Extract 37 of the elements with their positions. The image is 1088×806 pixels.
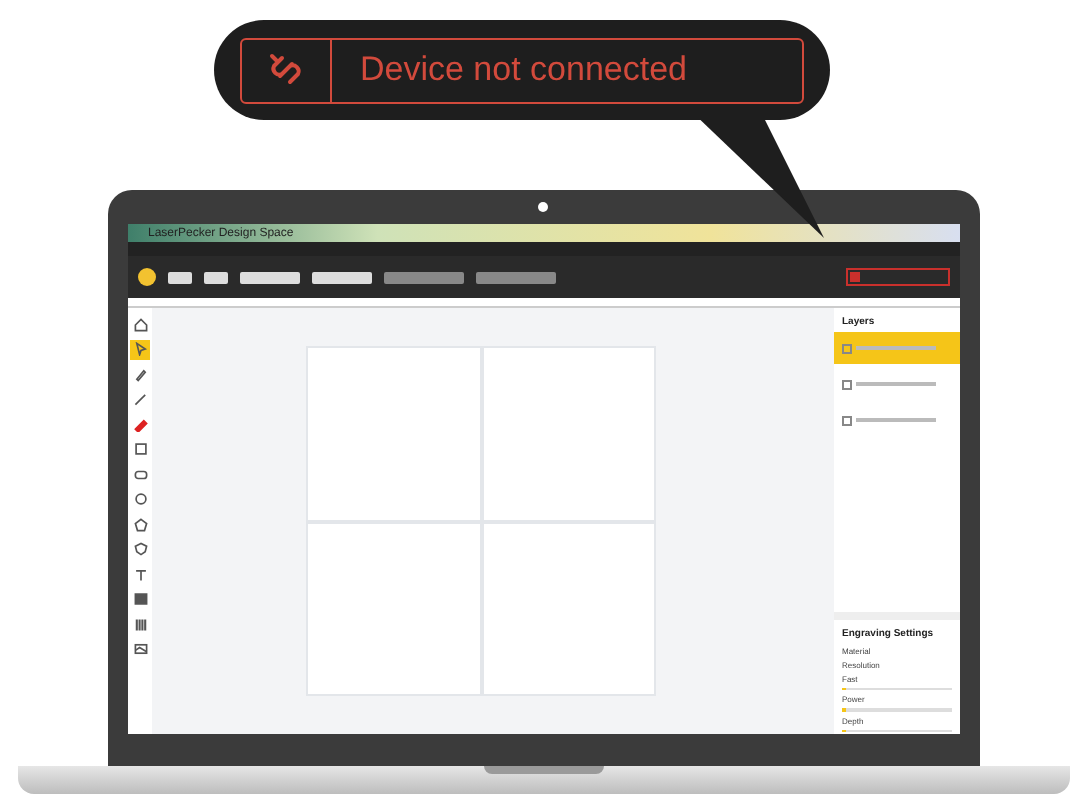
tool-button[interactable] [130, 614, 150, 634]
tool-button[interactable] [130, 364, 150, 384]
tool-button[interactable] [130, 439, 150, 459]
home-icon [133, 317, 147, 331]
tool-button[interactable] [130, 489, 150, 509]
pen-icon [133, 367, 147, 381]
camera-icon [538, 202, 548, 212]
frame-icon [133, 642, 147, 656]
connection-status[interactable] [846, 268, 950, 286]
pencil-icon [133, 392, 147, 406]
barcode-icon [133, 617, 147, 631]
eraser-icon [133, 417, 147, 431]
input-field[interactable] [312, 271, 372, 283]
logo-icon [138, 268, 156, 286]
input-field[interactable] [240, 271, 300, 283]
tool-button[interactable] [130, 514, 150, 534]
circle-icon [133, 492, 147, 506]
tool-button[interactable] [130, 339, 150, 359]
tool-button[interactable] [130, 314, 150, 334]
rounded-rectangle-icon [133, 467, 147, 481]
tool-button[interactable] [130, 639, 150, 659]
tool-button[interactable] [130, 589, 150, 609]
tool-button[interactable] [130, 539, 150, 559]
tool-button[interactable] [130, 564, 150, 584]
input-field[interactable] [476, 271, 556, 283]
toolbar-control[interactable] [168, 271, 192, 283]
polygon-icon [133, 517, 147, 531]
tool-button[interactable] [130, 414, 150, 434]
toolbar-control[interactable] [204, 271, 228, 283]
square-icon [133, 442, 147, 456]
tool-button[interactable] [130, 389, 150, 409]
text-tool-icon [133, 567, 147, 581]
broken-link-icon [266, 50, 306, 90]
cursor-icon [133, 342, 147, 356]
status-message: Device not connected [358, 48, 687, 92]
shield-icon [133, 542, 147, 556]
input-field[interactable] [384, 271, 464, 283]
